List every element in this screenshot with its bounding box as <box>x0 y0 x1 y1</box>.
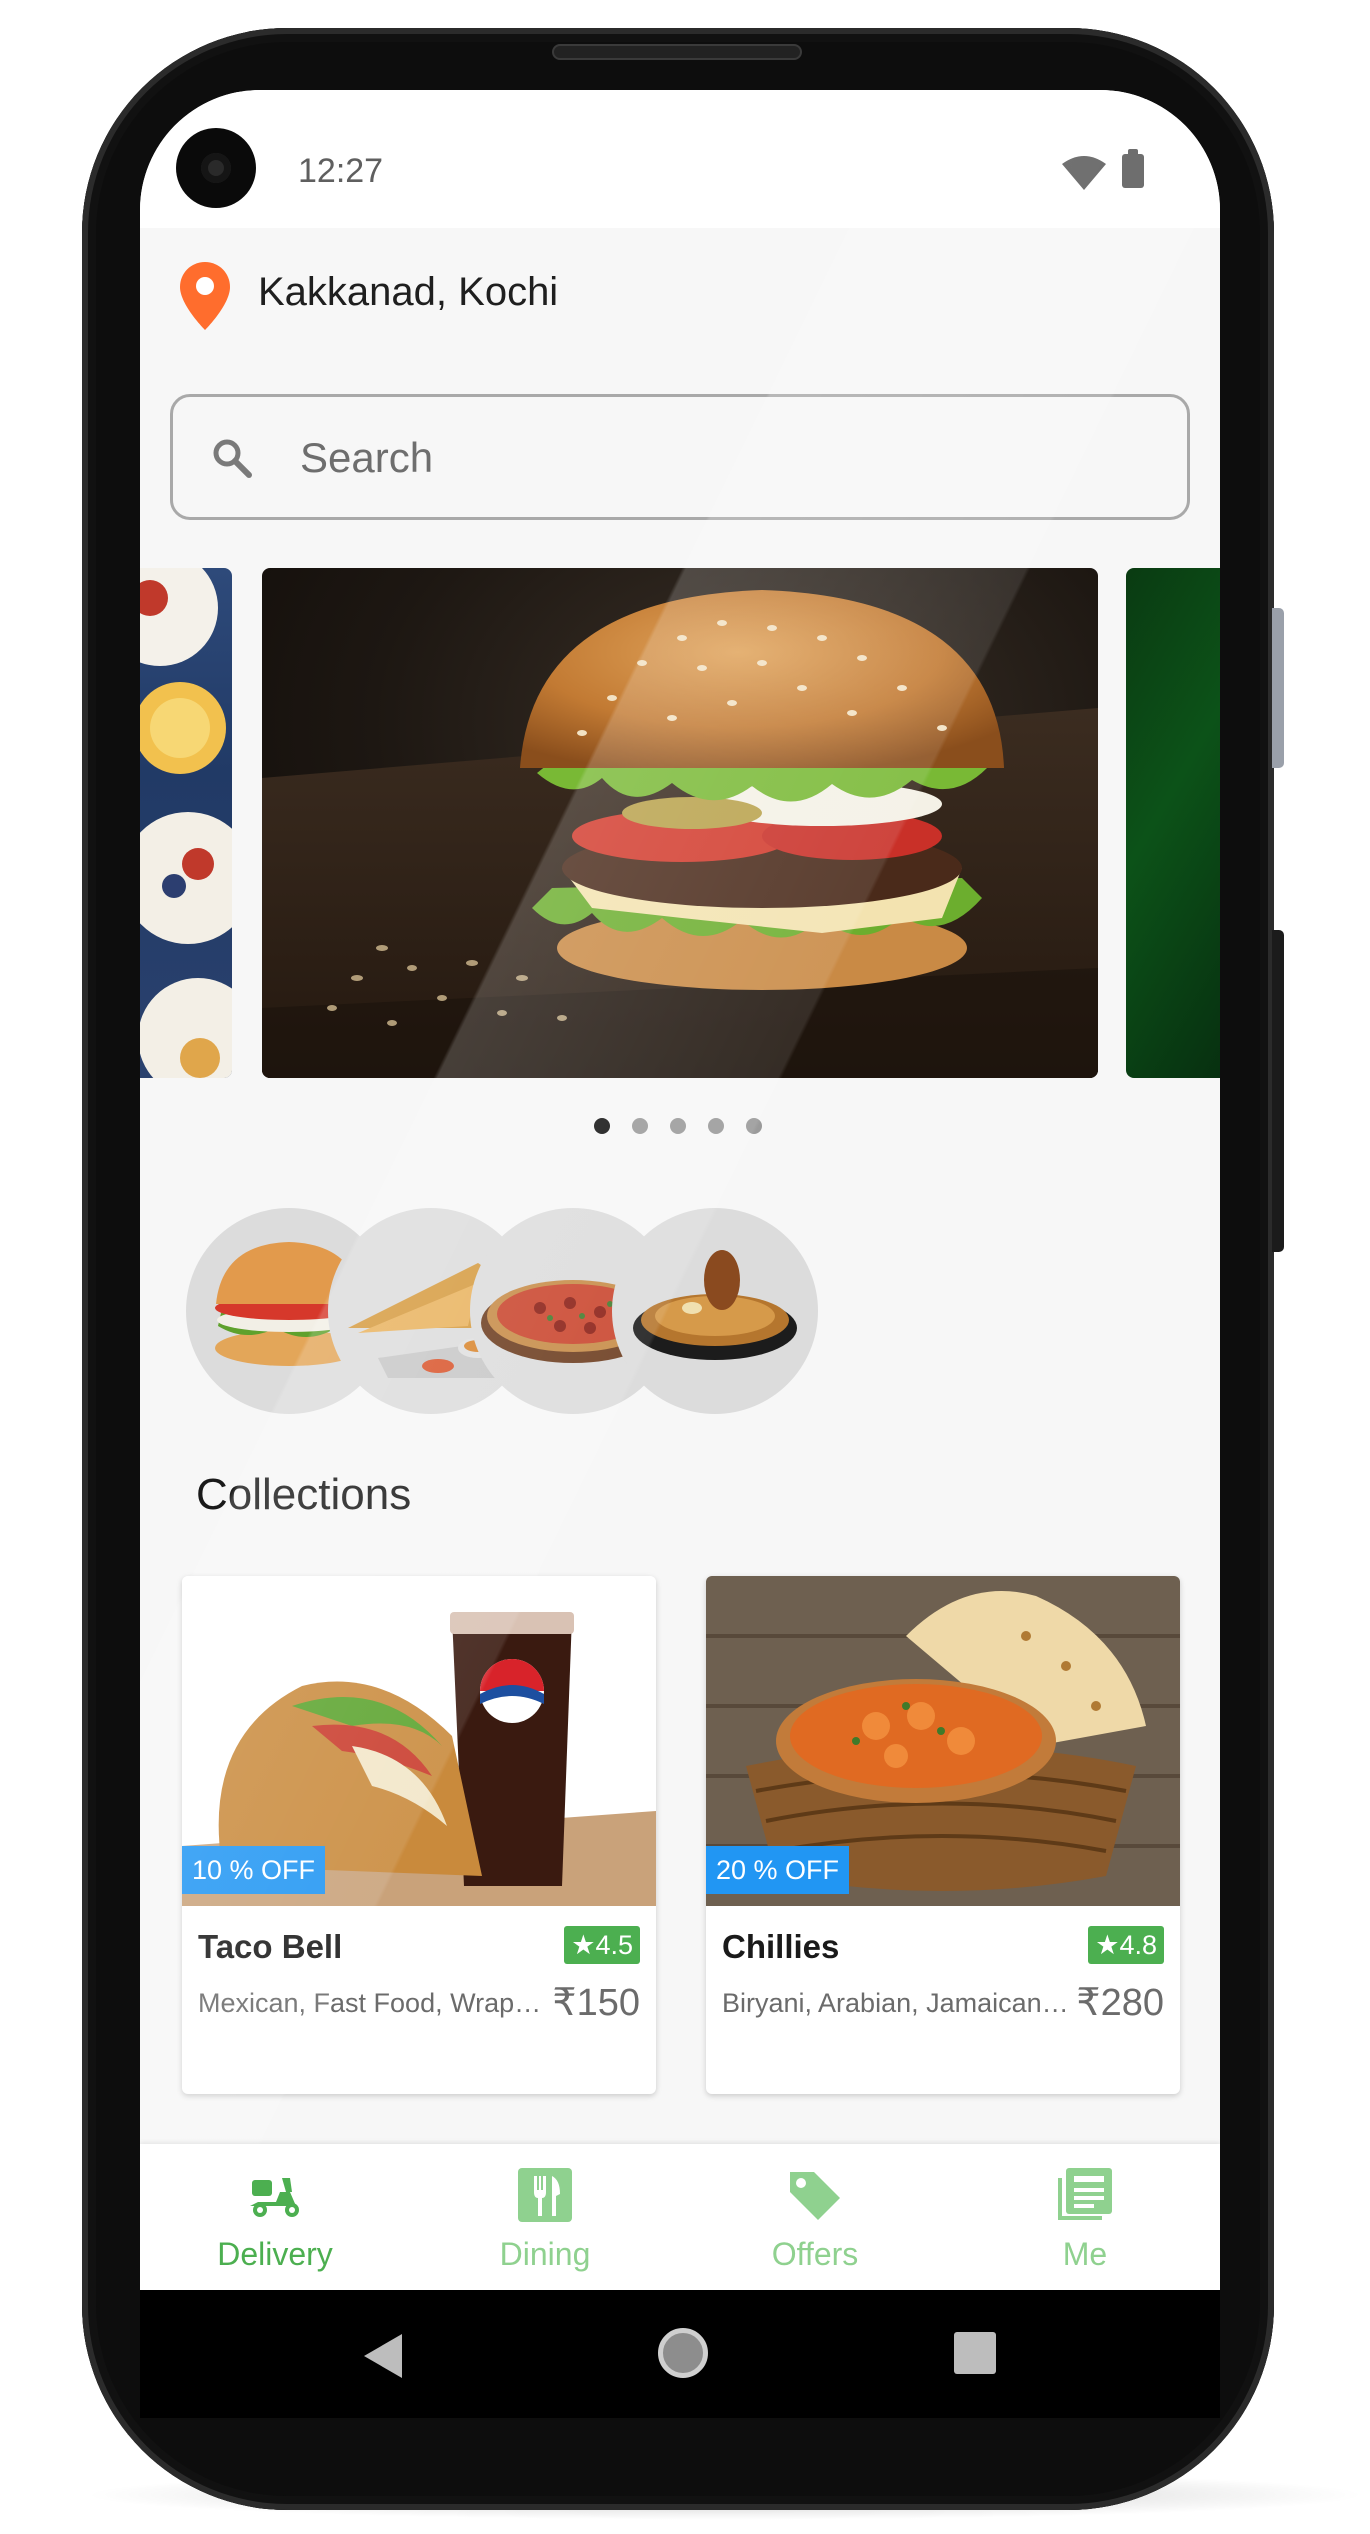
nav-delivery[interactable]: Delivery <box>140 2144 410 2290</box>
collections-heading: Collections <box>196 1470 412 1519</box>
status-time: 12:27 <box>298 152 384 190</box>
nav-label: Offers <box>771 2236 859 2272</box>
carousel-dot-1[interactable] <box>594 1118 610 1134</box>
cuisine-list: Mexican, Fast Food, Wraps, Beverages <box>198 1988 548 2018</box>
recents-button[interactable] <box>954 2332 996 2374</box>
price: ₹280 <box>1076 1982 1164 2024</box>
battery-icon <box>1122 154 1144 188</box>
tag-icon <box>790 2172 840 2220</box>
restaurant-name: Taco Bell <box>198 1928 343 1965</box>
banner-breakfast-spread[interactable] <box>140 568 232 1078</box>
power-button <box>1272 930 1284 1252</box>
scooter-icon <box>250 2178 299 2217</box>
offer-badge: 20 % OFF <box>706 1846 850 1894</box>
bottom-navigation: Delivery Dining Offers Me <box>140 2144 1220 2290</box>
restaurant-name: Chillies <box>722 1928 840 1965</box>
search-placeholder: Search <box>300 434 434 481</box>
carousel-dot-2[interactable] <box>632 1118 648 1134</box>
wifi-icon <box>1062 156 1106 190</box>
camera-lens <box>201 153 231 183</box>
carousel-dot-4[interactable] <box>708 1118 724 1134</box>
carousel-dot-3[interactable] <box>670 1118 686 1134</box>
banner-green-leaf[interactable] <box>1126 568 1220 1078</box>
restaurant-card-chillies[interactable]: 20 % OFF Chillies ★4.8 Biryani, Arabian,… <box>706 1576 1180 2094</box>
back-icon[interactable] <box>364 2334 404 2378</box>
newspaper-icon <box>1058 2168 1112 2220</box>
nav-offers[interactable]: Offers <box>680 2144 950 2290</box>
nav-dining[interactable]: Dining <box>410 2144 680 2290</box>
banner-burger[interactable] <box>262 568 1098 1078</box>
rating-badge: ★4.5 <box>564 1926 640 1964</box>
nav-label: Delivery <box>217 2236 333 2272</box>
offer-badge: 10 % OFF <box>182 1846 326 1894</box>
app-screen: 12:27 Kakkanad, Kochi Search Collections… <box>140 90 1220 2418</box>
volume-button <box>1272 608 1284 768</box>
carousel-dot-5[interactable] <box>746 1118 762 1134</box>
nav-me[interactable]: Me <box>950 2144 1220 2290</box>
restaurant-card-taco-bell[interactable]: 10 % OFF Taco Bell ★4.5 Mexican, Fast Fo… <box>182 1576 656 2094</box>
rating-badge: ★4.8 <box>1088 1926 1164 1964</box>
nav-label: Me <box>1062 2236 1108 2272</box>
fork-knife-icon <box>518 2168 572 2222</box>
nav-label: Dining <box>499 2236 591 2272</box>
current-location[interactable]: Kakkanad, Kochi <box>258 270 558 315</box>
home-button[interactable] <box>658 2328 708 2378</box>
category-biryani[interactable] <box>612 1208 818 1414</box>
cuisine-list: Biryani, Arabian, Jamaican, Chinese <box>722 1988 1072 2018</box>
earpiece-speaker <box>552 44 802 60</box>
price: ₹150 <box>552 1982 640 2024</box>
location-pin-icon[interactable] <box>180 262 230 330</box>
search-icon <box>213 439 252 478</box>
